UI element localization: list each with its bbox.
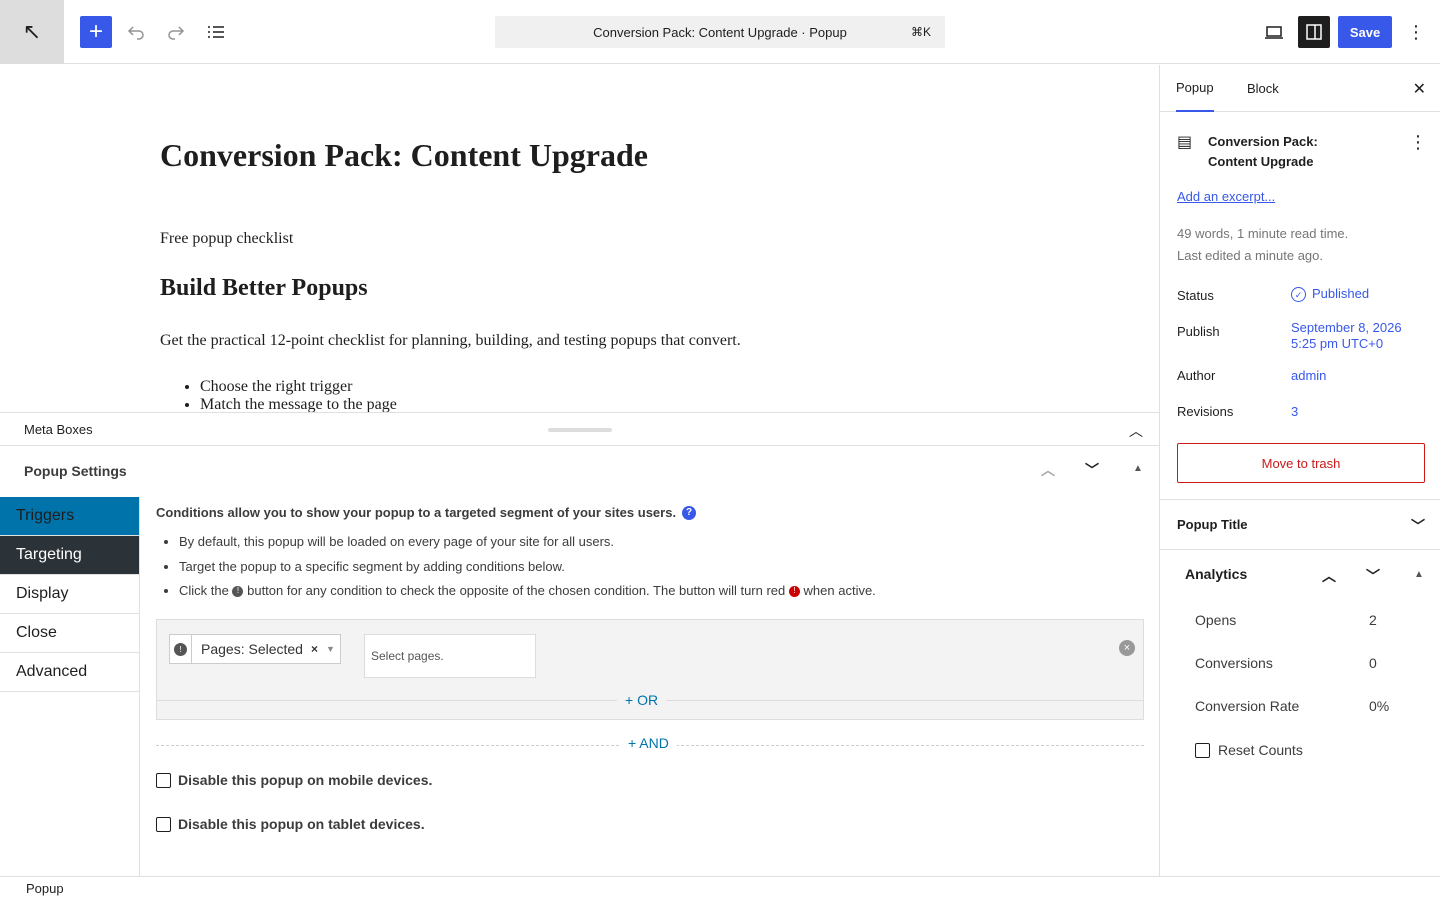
settings-sidebar-icon[interactable] <box>1298 16 1330 48</box>
meta-boxes-label: Meta Boxes <box>24 421 93 437</box>
publish-date-button[interactable]: September 8, 2026 5:25 pm UTC+0 <box>1291 320 1402 352</box>
status-value-button[interactable]: ✓ Published <box>1291 286 1369 303</box>
document-actions-icon[interactable]: ⋮ <box>1409 132 1427 153</box>
not-operand-active-icon: ! <box>788 586 800 598</box>
sidebar-tabs: Popup Block ✕ <box>1160 65 1440 112</box>
conditions-intro: Conditions allow you to show your popup … <box>156 505 1146 520</box>
conversion-rate-label: Conversion Rate <box>1195 698 1300 714</box>
editor-canvas: Conversion Pack: Content Upgrade Free po… <box>0 65 1159 412</box>
list-item: Click the ! button for any condition to … <box>179 579 1146 604</box>
revisions-link[interactable]: 3 <box>1291 404 1298 420</box>
opens-label: Opens <box>1195 612 1237 628</box>
post-title[interactable]: Conversion Pack: Content Upgrade <box>160 137 648 174</box>
move-down-icon[interactable]: ﹀ <box>1366 566 1380 586</box>
redo-icon[interactable] <box>160 16 192 48</box>
conditions-help-list: By default, this popup will be loaded on… <box>156 530 1146 604</box>
command-palette-button[interactable]: Conversion Pack: Content Upgrade · Popup… <box>495 16 945 48</box>
popup-title-panel-toggle[interactable]: Popup Title ﹀ <box>1160 499 1440 549</box>
clear-icon[interactable]: × <box>311 642 318 656</box>
analytics-panel-header: Analytics ︿ ﹀ ▲ <box>1160 549 1440 597</box>
tab-display[interactable]: Display <box>0 575 139 614</box>
chevron-up-icon[interactable]: ︿ <box>1129 421 1143 441</box>
popup-settings-header: Popup Settings ︿ ﹀ ▲ <box>0 446 1159 496</box>
tab-popup[interactable]: Popup <box>1176 65 1214 112</box>
conversion-rate-value: 0% <box>1369 698 1390 714</box>
move-up-icon[interactable]: ︿ <box>1322 566 1336 586</box>
move-up-icon[interactable]: ︿ <box>1041 460 1055 480</box>
list-block[interactable]: Choose the right trigger Match the messa… <box>200 378 397 412</box>
block-breadcrumb: Popup <box>0 876 1440 900</box>
add-or-condition-button[interactable]: + OR <box>617 692 667 708</box>
conversions-value: 0 <box>1369 655 1377 671</box>
meta-boxes-header[interactable]: Meta Boxes ︿ <box>0 412 1159 446</box>
page-icon: ▤ <box>1177 134 1193 151</box>
remove-condition-icon[interactable]: × <box>1119 640 1135 656</box>
add-and-condition-button[interactable]: + AND <box>620 735 677 751</box>
author-label: Author <box>1177 368 1216 383</box>
tab-advanced[interactable]: Advanced <box>0 653 139 692</box>
heading-block[interactable]: Build Better Popups <box>160 275 368 302</box>
status-label: Status <box>1177 288 1214 303</box>
targeting-panel: Conditions allow you to show your popup … <box>156 505 1146 604</box>
breadcrumb-item[interactable]: Popup <box>26 881 64 896</box>
options-menu-icon[interactable]: ⋮ <box>1400 16 1432 48</box>
help-icon[interactable]: ? <box>682 505 697 520</box>
tab-targeting[interactable]: Targeting <box>0 536 139 575</box>
revisions-label: Revisions <box>1177 404 1234 419</box>
add-excerpt-link[interactable]: Add an excerpt... <box>1177 189 1275 204</box>
disable-mobile-option[interactable]: Disable this popup on mobile devices. <box>156 772 432 788</box>
tab-triggers[interactable]: Triggers <box>0 497 139 536</box>
save-button[interactable]: Save <box>1338 16 1392 48</box>
author-value-button[interactable]: admin <box>1291 368 1326 384</box>
conversions-label: Conversions <box>1195 655 1273 671</box>
settings-sidebar: Popup Block ✕ ▤ Conversion Pack: Content… <box>1159 65 1440 876</box>
paragraph-block[interactable]: Get the practical 12-point checklist for… <box>160 332 741 350</box>
undo-icon[interactable] <box>120 16 152 48</box>
select-pages-input[interactable]: Select pages. <box>364 634 536 678</box>
move-down-icon[interactable]: ﹀ <box>1085 460 1099 480</box>
disable-tablet-option[interactable]: Disable this popup on tablet devices. <box>156 816 425 832</box>
tab-close[interactable]: Close <box>0 614 139 653</box>
condition-value: Pages: Selected <box>201 641 303 657</box>
list-item[interactable]: Match the message to the page <box>200 396 397 412</box>
tab-block[interactable]: Block <box>1247 65 1279 112</box>
list-item: By default, this popup will be loaded on… <box>179 530 1146 555</box>
document-title: Conversion Pack: Content Upgrade <box>1208 134 1318 169</box>
move-to-trash-button[interactable]: Move to trash <box>1177 443 1425 483</box>
document-stats: 49 words, 1 minute read time. Last edite… <box>1177 226 1349 263</box>
document-title: Conversion Pack: Content Upgrade · Popup <box>593 24 847 40</box>
reset-counts-checkbox[interactable] <box>1195 742 1210 758</box>
disable-tablet-checkbox[interactable] <box>156 816 171 832</box>
resize-handle[interactable] <box>548 428 612 432</box>
popup-settings-title: Popup Settings <box>24 463 127 479</box>
opens-value: 2 <box>1369 612 1377 628</box>
back-arrow-icon[interactable]: ↖ <box>0 0 64 64</box>
list-item[interactable]: Choose the right trigger <box>200 378 397 396</box>
list-item: Target the popup to a specific segment b… <box>179 555 1146 580</box>
reset-counts-option[interactable]: Reset Counts <box>1195 742 1303 758</box>
analytics-title: Analytics <box>1185 565 1248 582</box>
toggle-panel-icon[interactable]: ▲ <box>1414 569 1424 580</box>
published-check-icon: ✓ <box>1291 287 1306 303</box>
view-icon[interactable] <box>1258 16 1290 48</box>
not-toggle-button[interactable]: ! <box>170 634 192 664</box>
condition-select[interactable]: ! Pages: Selected × ▼ <box>169 634 341 664</box>
publish-label: Publish <box>1177 324 1220 339</box>
document-overview-icon[interactable] <box>200 16 232 48</box>
not-operand-icon: ! <box>232 586 244 598</box>
editor-header: ↖ + Conversion Pack: Content Upgrade · P… <box>0 0 1440 64</box>
close-icon[interactable]: ✕ <box>1413 79 1426 99</box>
exclamation-icon: ! <box>174 642 187 656</box>
dropdown-arrow-icon[interactable]: ▼ <box>326 644 335 654</box>
disable-mobile-checkbox[interactable] <box>156 772 171 788</box>
popup-settings-tabs: Triggers Targeting Display Close Advance… <box>0 497 140 877</box>
toggle-panel-icon[interactable]: ▲ <box>1133 463 1143 474</box>
shortcut-hint: ⌘K <box>910 25 931 39</box>
paragraph-block[interactable]: Free popup checklist <box>160 230 293 248</box>
add-block-button[interactable]: + <box>80 16 112 48</box>
condition-group: ! Pages: Selected × ▼ Select pages. × + … <box>156 619 1144 720</box>
chevron-down-icon: ﹀ <box>1411 518 1425 534</box>
